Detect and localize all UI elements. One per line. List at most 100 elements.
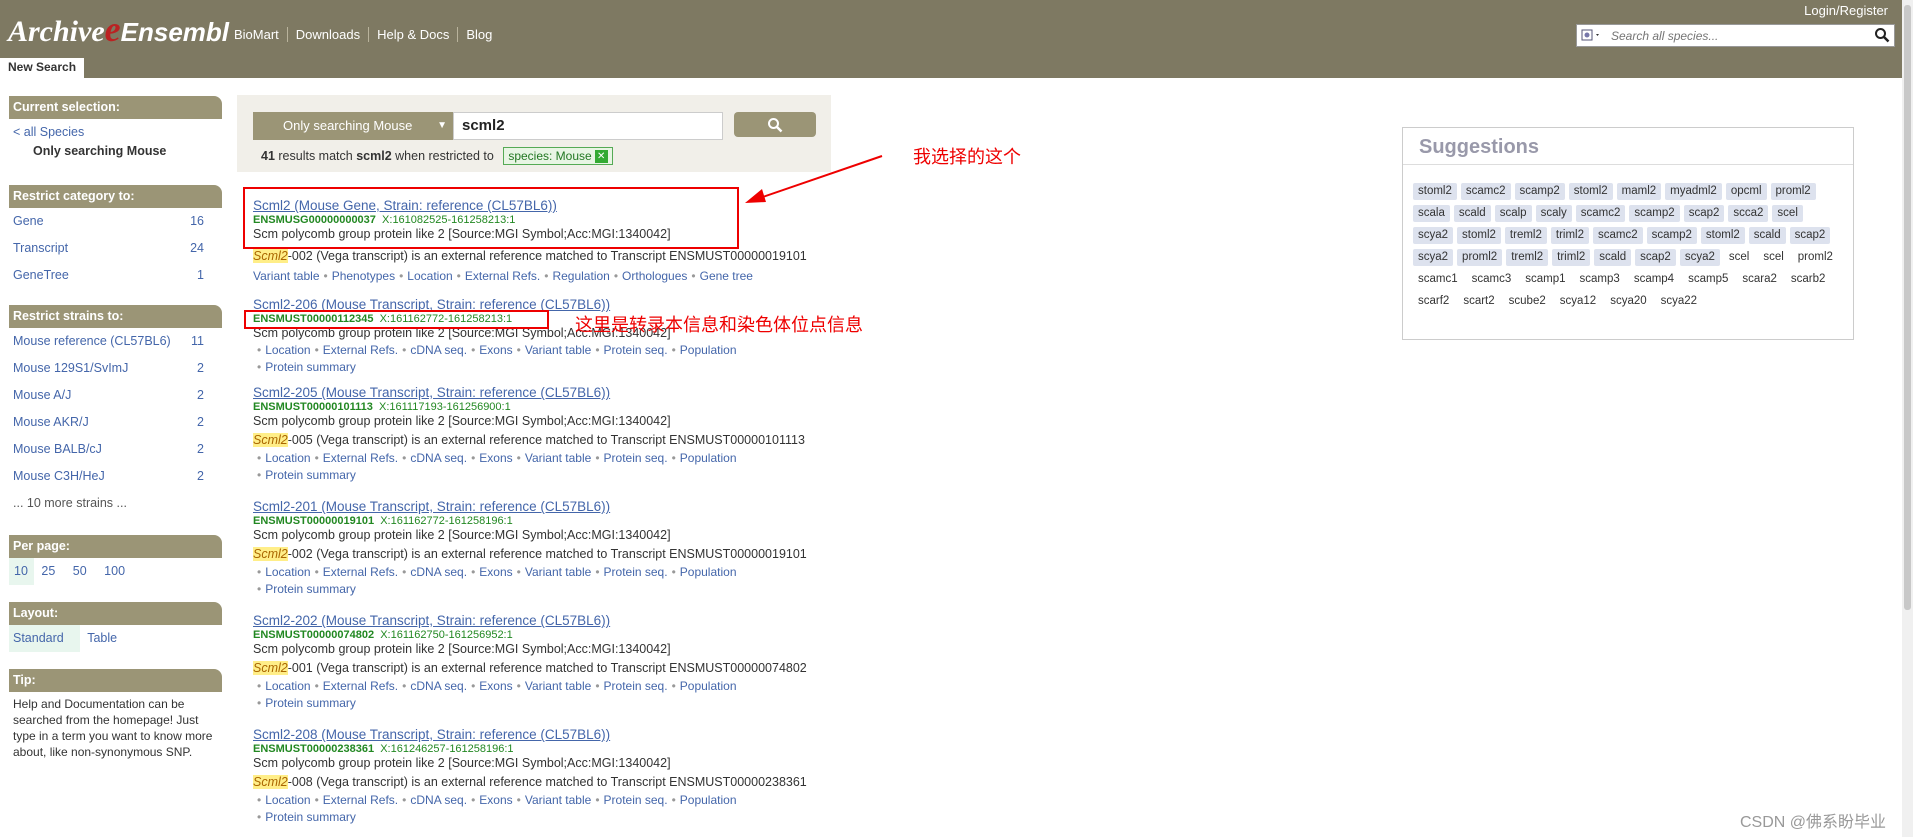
strain-item[interactable]: Mouse reference (CL57BL6) 11 bbox=[9, 328, 222, 355]
link-variant-table[interactable]: Variant table bbox=[525, 343, 592, 357]
suggestion-chip[interactable]: scamc3 bbox=[1467, 271, 1517, 288]
suggestion-chip[interactable]: proml2 bbox=[1793, 249, 1838, 266]
suggestion-chip[interactable]: scap2 bbox=[1789, 227, 1831, 244]
link-population[interactable]: Population bbox=[680, 565, 737, 579]
link-variant-table[interactable]: Variant table bbox=[525, 565, 592, 579]
suggestion-chip[interactable]: scamp4 bbox=[1629, 271, 1679, 288]
link-external-refs[interactable]: External Refs. bbox=[323, 451, 398, 465]
nav-biomart[interactable]: BioMart bbox=[234, 27, 287, 42]
link-protein-summary[interactable]: Protein summary bbox=[265, 810, 356, 824]
link-variant-table[interactable]: Variant table bbox=[525, 793, 592, 807]
suggestion-chip[interactable]: stoml2 bbox=[1700, 227, 1745, 244]
result-title[interactable]: Scml2-208 (Mouse Transcript, Strain: ref… bbox=[253, 727, 893, 742]
link-external-refs[interactable]: External Refs. bbox=[323, 343, 398, 357]
link-location[interactable]: Location bbox=[265, 679, 310, 693]
link-regulation[interactable]: Regulation bbox=[552, 269, 609, 283]
per-page-50[interactable]: 50 bbox=[73, 564, 87, 578]
link-protein-seq[interactable]: Protein seq. bbox=[604, 451, 668, 465]
category-genetree[interactable]: GeneTree 1 bbox=[9, 262, 222, 289]
suggestion-chip[interactable]: scya2 bbox=[1413, 227, 1454, 244]
more-strains-link[interactable]: ... 10 more strains ... bbox=[9, 490, 222, 517]
suggestion-chip[interactable]: scart2 bbox=[1458, 293, 1499, 310]
link-protein-seq[interactable]: Protein seq. bbox=[604, 565, 668, 579]
site-search-input[interactable] bbox=[1611, 27, 1861, 44]
link-external-refs[interactable]: External Refs. bbox=[465, 269, 540, 283]
link-cdna-seq[interactable]: cDNA seq. bbox=[410, 565, 467, 579]
archive-ensembl-logo[interactable]: ArchiveeEnsembl bbox=[8, 8, 229, 49]
strain-item[interactable]: Mouse A/J 2 bbox=[9, 382, 222, 409]
suggestion-chip[interactable]: proml2 bbox=[1457, 249, 1503, 266]
link-cdna-seq[interactable]: cDNA seq. bbox=[410, 679, 467, 693]
link-cdna-seq[interactable]: cDNA seq. bbox=[410, 451, 467, 465]
link-location[interactable]: Location bbox=[265, 343, 310, 357]
scrollbar[interactable] bbox=[1902, 0, 1913, 837]
nav-downloads[interactable]: Downloads bbox=[286, 27, 369, 42]
scope-dropdown[interactable]: Only searching Mouse ▼ bbox=[253, 112, 453, 140]
per-page-10[interactable]: 10 bbox=[9, 558, 34, 585]
suggestion-chip[interactable]: scalp bbox=[1494, 205, 1532, 222]
suggestion-chip[interactable]: scarb2 bbox=[1786, 271, 1831, 288]
link-location[interactable]: Location bbox=[265, 793, 310, 807]
link-population[interactable]: Population bbox=[680, 679, 737, 693]
suggestion-chip[interactable]: scamp2 bbox=[1629, 205, 1680, 222]
link-variant-table[interactable]: Variant table bbox=[525, 451, 592, 465]
species-selector-icon[interactable] bbox=[1581, 28, 1603, 43]
suggestion-chip[interactable]: scel bbox=[1758, 249, 1788, 266]
suggestion-chip[interactable]: opcml bbox=[1725, 183, 1767, 200]
link-population[interactable]: Population bbox=[680, 451, 737, 465]
per-page-25[interactable]: 25 bbox=[41, 564, 55, 578]
link-protein-summary[interactable]: Protein summary bbox=[265, 582, 356, 596]
suggestion-chip[interactable]: proml2 bbox=[1770, 183, 1816, 200]
suggestion-chip[interactable]: scamp2 bbox=[1514, 183, 1565, 200]
suggestion-chip[interactable]: scamc1 bbox=[1413, 271, 1463, 288]
suggestion-chip[interactable]: scald bbox=[1453, 205, 1491, 222]
link-protein-summary[interactable]: Protein summary bbox=[265, 360, 356, 374]
suggestion-chip[interactable]: scamp5 bbox=[1683, 271, 1733, 288]
suggestion-chip[interactable]: scya22 bbox=[1656, 293, 1702, 310]
layout-standard[interactable]: Standard bbox=[9, 625, 80, 652]
link-external-refs[interactable]: External Refs. bbox=[323, 679, 398, 693]
suggestion-chip[interactable]: myadml2 bbox=[1665, 183, 1722, 200]
link-external-refs[interactable]: External Refs. bbox=[323, 565, 398, 579]
link-variant-table[interactable]: Variant table bbox=[525, 679, 592, 693]
login-register-link[interactable]: Login/Register bbox=[1804, 3, 1888, 18]
strain-item[interactable]: Mouse C3H/HeJ 2 bbox=[9, 463, 222, 490]
strain-item[interactable]: Mouse 129S1/SvImJ 2 bbox=[9, 355, 222, 382]
suggestion-chip[interactable]: scya2 bbox=[1413, 249, 1454, 266]
result-title[interactable]: Scml2-202 (Mouse Transcript, Strain: ref… bbox=[253, 613, 893, 628]
link-location[interactable]: Location bbox=[265, 451, 310, 465]
suggestion-chip[interactable]: scel bbox=[1772, 205, 1803, 222]
link-external-refs[interactable]: External Refs. bbox=[323, 793, 398, 807]
suggestion-chip[interactable]: scya2 bbox=[1679, 249, 1720, 266]
layout-table[interactable]: Table bbox=[87, 631, 117, 645]
strain-item[interactable]: Mouse AKR/J 2 bbox=[9, 409, 222, 436]
search-submit-button[interactable] bbox=[734, 112, 816, 137]
suggestion-chip[interactable]: triml2 bbox=[1550, 227, 1589, 244]
suggestion-chip[interactable]: scap2 bbox=[1635, 249, 1676, 266]
strain-item[interactable]: Mouse BALB/cJ 2 bbox=[9, 436, 222, 463]
suggestion-chip[interactable]: treml2 bbox=[1504, 227, 1547, 244]
link-exons[interactable]: Exons bbox=[479, 451, 512, 465]
link-protein-seq[interactable]: Protein seq. bbox=[604, 679, 668, 693]
suggestion-chip[interactable]: triml2 bbox=[1552, 249, 1591, 266]
suggestion-chip[interactable]: scube2 bbox=[1504, 293, 1551, 310]
link-exons[interactable]: Exons bbox=[479, 679, 512, 693]
suggestion-chip[interactable]: scca2 bbox=[1728, 205, 1769, 222]
result-title[interactable]: Scml2-205 (Mouse Transcript, Strain: ref… bbox=[253, 385, 893, 400]
suggestion-chip[interactable]: treml2 bbox=[1506, 249, 1549, 266]
suggestion-chip[interactable]: scamp2 bbox=[1646, 227, 1697, 244]
suggestion-chip[interactable]: scamc2 bbox=[1575, 205, 1626, 222]
nav-help-docs[interactable]: Help & Docs bbox=[368, 27, 458, 42]
link-exons[interactable]: Exons bbox=[479, 565, 512, 579]
link-gene-tree[interactable]: Gene tree bbox=[700, 269, 753, 283]
all-species-link[interactable]: < all Species bbox=[9, 119, 222, 140]
link-population[interactable]: Population bbox=[680, 793, 737, 807]
suggestion-chip[interactable]: stoml2 bbox=[1568, 183, 1613, 200]
link-population[interactable]: Population bbox=[680, 343, 737, 357]
suggestion-chip[interactable]: scala bbox=[1413, 205, 1450, 222]
link-protein-seq[interactable]: Protein seq. bbox=[604, 343, 668, 357]
link-exons[interactable]: Exons bbox=[479, 793, 512, 807]
link-exons[interactable]: Exons bbox=[479, 343, 512, 357]
search-icon[interactable] bbox=[1874, 27, 1890, 43]
suggestion-chip[interactable]: scara2 bbox=[1737, 271, 1782, 288]
